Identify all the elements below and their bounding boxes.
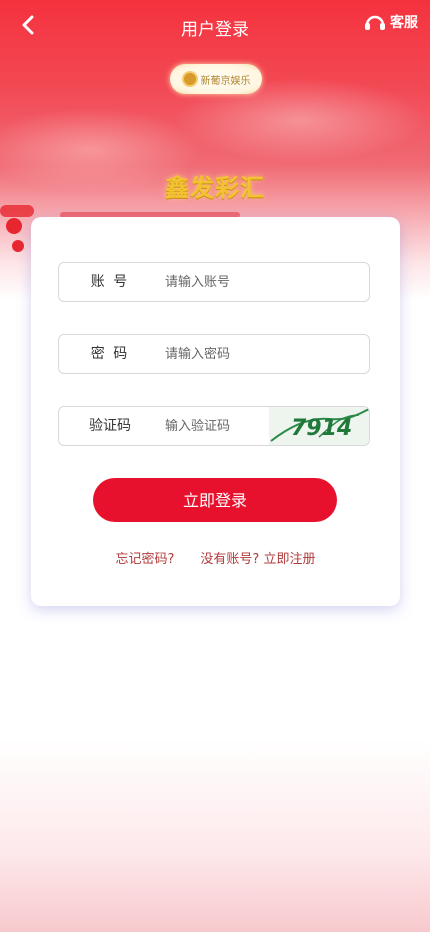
register-link[interactable]: 没有账号? 立即注册 [200, 552, 315, 567]
logo: 新葡京娱乐 [170, 64, 262, 94]
password-label: 密 码 [90, 346, 130, 362]
captcha-image[interactable]: 7914 [269, 407, 369, 445]
captcha-input[interactable] [165, 407, 265, 445]
auth-links: 忘记密码? 没有账号? 立即注册 [31, 548, 400, 567]
login-card: 账 号 密 码 验证码 7914 立即登录 忘记密码? 没有账号? 立即注册 [31, 217, 400, 606]
paint-splash [6, 218, 22, 234]
captcha-field: 验证码 7914 [58, 406, 370, 446]
top-bar: 用户登录 客服 [0, 0, 430, 52]
brand-name: 鑫发彩汇 [165, 174, 265, 202]
captcha-text: 7914 [291, 416, 352, 441]
customer-service-button[interactable]: 客服 [364, 12, 418, 32]
account-field: 账 号 [58, 262, 370, 302]
headset-icon [365, 15, 385, 30]
forgot-password-link[interactable]: 忘记密码? [116, 552, 175, 567]
customer-service-label: 客服 [390, 15, 418, 31]
coin-icon [181, 71, 198, 87]
captcha-label: 验证码 [89, 418, 131, 434]
login-button[interactable]: 立即登录 [93, 478, 337, 522]
logo-text: 新葡京娱乐 [200, 75, 251, 87]
account-input[interactable] [165, 263, 315, 301]
paint-splash [0, 205, 34, 217]
footer-background [0, 740, 430, 932]
password-field: 密 码 [58, 334, 370, 374]
account-label: 账 号 [90, 274, 130, 290]
paint-splash [12, 240, 24, 252]
captcha-graphic: 7914 [270, 408, 369, 442]
password-input[interactable] [165, 335, 315, 373]
